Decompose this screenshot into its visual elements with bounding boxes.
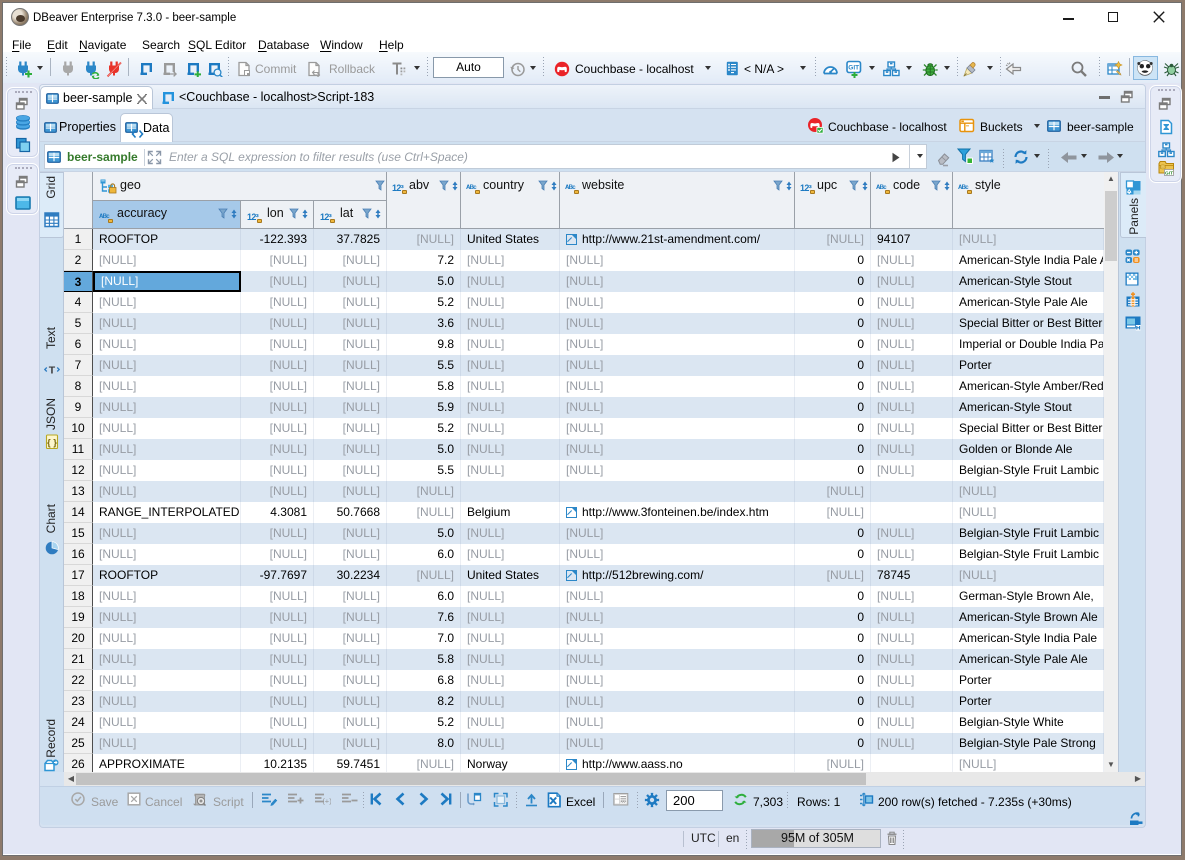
svg-text:(+): (+) bbox=[322, 797, 331, 806]
svg-text:GIT: GIT bbox=[1165, 170, 1173, 176]
svg-text:GIT: GIT bbox=[848, 65, 859, 72]
svg-text:T: T bbox=[49, 365, 56, 377]
svg-text:{ }: { } bbox=[47, 438, 57, 449]
